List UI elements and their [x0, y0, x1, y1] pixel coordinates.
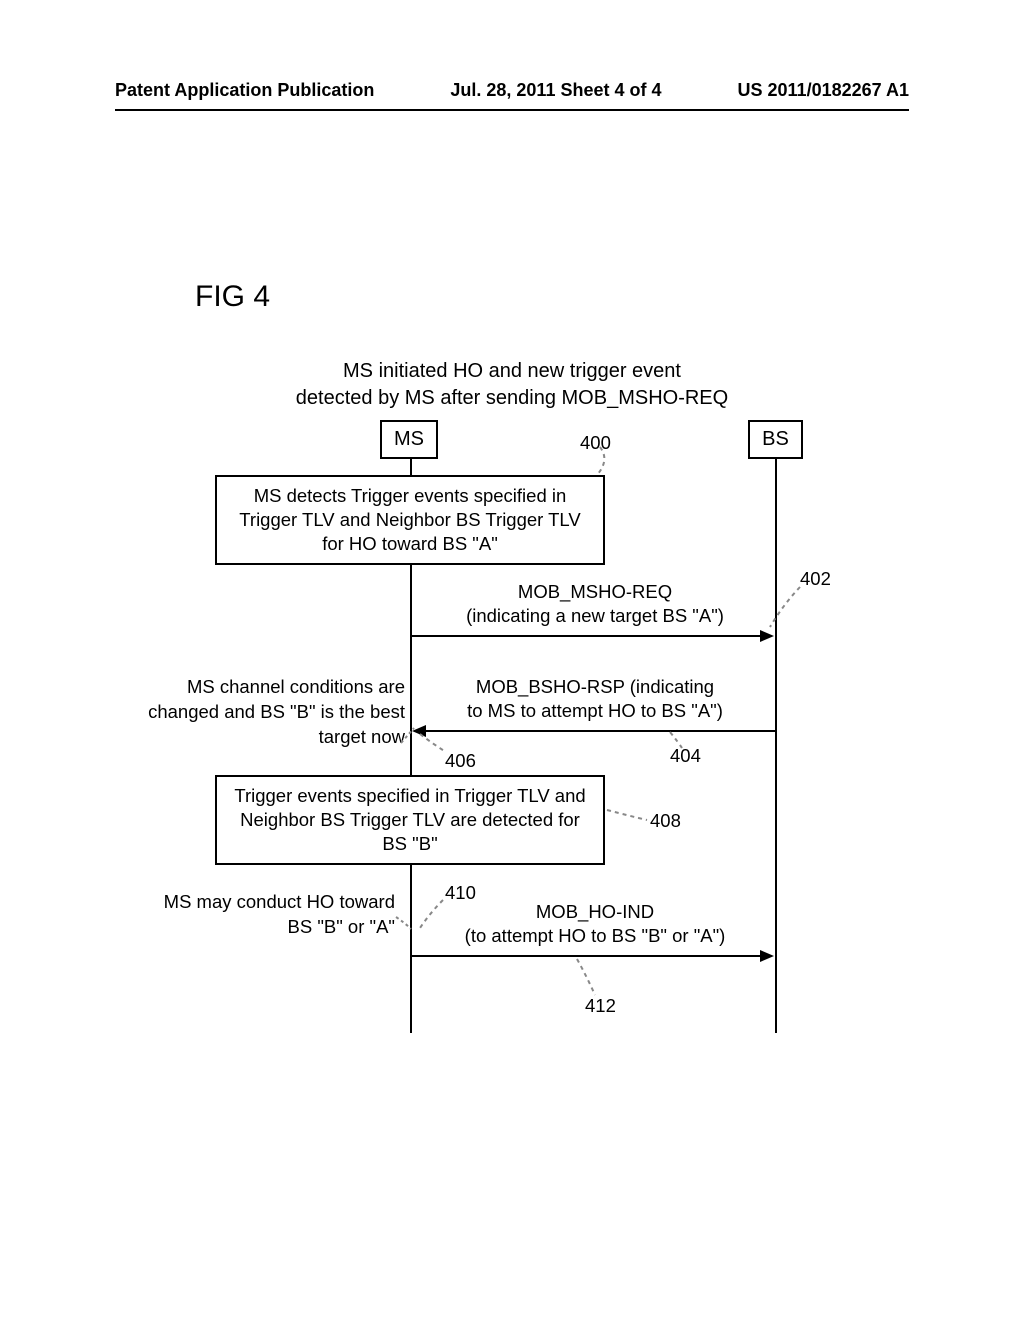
- leader-402: [768, 585, 806, 630]
- event-box-400: MS detects Trigger events specified in T…: [215, 475, 605, 565]
- header-center: Jul. 28, 2011 Sheet 4 of 4: [450, 80, 661, 101]
- leader-406: [418, 732, 450, 757]
- lifeline-bs: [775, 458, 777, 1033]
- leader-404: [668, 730, 696, 752]
- header-right: US 2011/0182267 A1: [738, 80, 909, 101]
- sequence-diagram: MS BS MS detects Trigger events specifie…: [0, 420, 1024, 1040]
- arrow-402: [412, 635, 762, 637]
- figure-label: FIG 4: [195, 280, 270, 314]
- message-412: MOB_HO-IND (to attempt HO to BS "B" or "…: [425, 900, 765, 948]
- header-left: Patent Application Publication: [115, 80, 374, 101]
- page-header: Patent Application Publication Jul. 28, …: [0, 80, 1024, 111]
- actor-bs: BS: [748, 420, 803, 459]
- msg-404-line2: to MS to attempt HO to BS "A"): [467, 700, 723, 721]
- msg-404-line1: MOB_BSHO-RSP (indicating: [476, 676, 714, 697]
- leader-408: [605, 808, 650, 828]
- msg-402-line2: (indicating a new target BS "A"): [466, 605, 724, 626]
- side-note-406: MS channel conditions are changed and BS…: [145, 675, 405, 750]
- figure-title-line1: MS initiated HO and new trigger event: [343, 360, 681, 382]
- leader-410-link: [393, 915, 415, 933]
- msg-412-line2: (to attempt HO to BS "B" or "A"): [465, 925, 726, 946]
- message-402: MOB_MSHO-REQ (indicating a new target BS…: [425, 580, 765, 628]
- side-note-410: MS may conduct HO toward BS "B" or "A": [145, 890, 395, 940]
- figure-title-line2: detected by MS after sending MOB_MSHO-RE…: [296, 387, 728, 409]
- ref-408: 408: [650, 810, 681, 832]
- msg-402-line1: MOB_MSHO-REQ: [518, 581, 672, 602]
- actor-ms: MS: [380, 420, 438, 459]
- figure-title: MS initiated HO and new trigger event de…: [0, 358, 1024, 412]
- header-row: Patent Application Publication Jul. 28, …: [115, 80, 909, 111]
- arrowhead-412: [760, 950, 774, 962]
- message-404: MOB_BSHO-RSP (indicating to MS to attemp…: [425, 675, 765, 723]
- arrowhead-402: [760, 630, 774, 642]
- arrow-404: [425, 730, 775, 732]
- leader-400: [595, 445, 625, 480]
- leader-412: [575, 957, 605, 999]
- msg-412-line1: MOB_HO-IND: [536, 901, 654, 922]
- leader-406-link: [398, 725, 418, 747]
- event-box-408: Trigger events specified in Trigger TLV …: [215, 775, 605, 865]
